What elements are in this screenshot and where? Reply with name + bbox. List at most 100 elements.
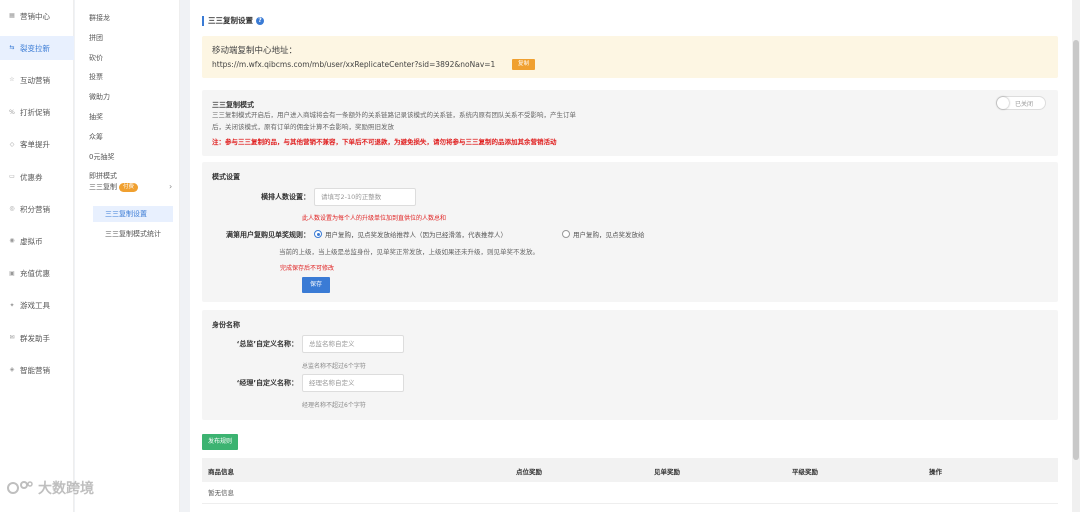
publish-rule-button[interactable]: 发布规则 (202, 434, 239, 450)
radio-checked-icon (314, 230, 322, 238)
main-panel: 三三复制设置? 移动端复制中心地址： https://m.wfx.qibcms.… (190, 0, 1072, 512)
nav-primary-item[interactable]: ▦ 营销中心 (0, 4, 74, 28)
nav-secondary-item[interactable]: 拼团 (89, 32, 103, 44)
rule-hint: 完成保存后不可修改 (280, 265, 335, 272)
nav-secondary-item[interactable]: 砍价 (89, 52, 103, 64)
nav-primary-label: 智能营销 (20, 365, 50, 375)
rule-option-2[interactable]: 用户复购，见点奖发放给 (562, 229, 645, 239)
director-label: ‘总监’自定义名称： (236, 340, 298, 348)
nav-primary-item[interactable]: % 打折促销 (0, 101, 74, 125)
nav-primary-item[interactable]: ◎ 积分营销 (0, 197, 74, 221)
help-icon[interactable]: ? (256, 17, 264, 25)
primary-sidebar: ▦ 营销中心 ⇆ 裂变拉新 ☆ 互动营销 % 打折促销 ◇ 客单提升 ▭ 优惠券 ◎ 积分营销 ◉ 虚拟币 ▣ 充… (0, 0, 74, 512)
toggle-label: 已关闭 (1015, 101, 1034, 108)
nav-primary-item[interactable]: ▣ 充值优惠 (0, 262, 74, 286)
app-root: ▦ 营销中心 ⇆ 裂变拉新 ☆ 互动营销 % 打折促销 ◇ 客单提升 ▭ 优惠券 ◎ 积分营销 ◉ 虚拟币 ▣ 充… (0, 0, 1080, 512)
url-notice: 移动端复制中心地址： https://m.wfx.qibcms.com/mb/u… (202, 36, 1058, 78)
copy-button[interactable]: 复制 (512, 59, 536, 70)
mode-desc-2: 后，关闭该模式，原有订单的佣金计算不会影响，奖励照旧发放 (212, 123, 394, 131)
nav-secondary-item[interactable]: 微助力 (89, 91, 110, 103)
count-input[interactable]: 请填写2-10的正整数 (314, 188, 416, 206)
nav-primary-item[interactable]: ◈ 智能营销 (0, 358, 74, 382)
manager-input[interactable]: 经理名称自定义 (302, 374, 404, 392)
nav-secondary-item[interactable]: 抽奖 (89, 111, 103, 123)
nav-group-label: 三三复制 (89, 183, 117, 191)
nav-secondary-item[interactable]: 投票 (89, 71, 103, 83)
star-icon: ☆ (9, 76, 15, 84)
nav-secondary-item[interactable]: 0元抽奖 (89, 151, 114, 163)
nav-primary-label: 营销中心 (20, 11, 50, 21)
nav-primary-label: 客单提升 (20, 140, 50, 150)
nav-primary-label: 虚拟币 (20, 236, 43, 246)
count-label: 横排人数设置： (261, 193, 310, 201)
share-icon: ⇆ (9, 44, 15, 52)
nav-secondary-item[interactable]: 群接龙 (89, 12, 110, 24)
director-input[interactable]: 总监名称自定义 (302, 335, 404, 353)
watermark-text: 大数跨境 (38, 481, 94, 497)
tag-icon: % (9, 108, 15, 116)
rule-option-1[interactable]: 用户复购，见点奖发放给推荐人（因为已经滑落，代表推荐人） (314, 229, 507, 239)
coupon-icon: ▭ (9, 173, 15, 180)
manager-hint: 经理名称不超过6个字符 (302, 402, 366, 409)
message-icon: ✉ (9, 334, 15, 341)
nav-sub-settings[interactable]: 三三复制设置 (93, 206, 173, 222)
page-scrollbar[interactable] (1072, 0, 1080, 512)
identity-box: 身份名称 ‘总监’自定义名称： 总监名称自定义 总监名称不超过6个字符 ‘经理’… (202, 310, 1058, 420)
robot-icon: ◈ (9, 366, 15, 374)
nav-primary-label: 群发助手 (20, 333, 50, 343)
th-peer-reward: 平级奖励 (792, 468, 818, 476)
notice-title: 移动端复制中心地址： (212, 46, 298, 56)
page-title: 三三复制设置? (202, 16, 264, 26)
scrollbar-thumb[interactable] (1073, 40, 1079, 460)
settings-box: 模式设置 横排人数设置： 请填写2-10的正整数 此人数设置为每个人的升级单位加… (202, 162, 1058, 302)
nav-primary-item[interactable]: ▭ 优惠券 (0, 165, 74, 189)
nav-primary-label: 优惠券 (20, 172, 43, 182)
watermark-logo-icon (7, 481, 33, 494)
nav-sub-stats[interactable]: 三三复制模式统计 (93, 226, 173, 242)
count-hint: 此人数设置为每个人的升级单位加到直供位的人数总和 (302, 215, 447, 222)
th-order-reward: 见单奖励 (654, 468, 680, 476)
grid-icon: ▦ (9, 12, 15, 19)
chevron-right-icon: › (169, 182, 173, 191)
game-icon: ✦ (9, 301, 15, 309)
coin-icon: ◉ (9, 237, 15, 245)
nav-primary-label: 充值优惠 (20, 269, 50, 279)
nav-primary-label: 游戏工具 (20, 301, 50, 311)
th-action: 操作 (929, 468, 942, 476)
rule-option-2-label: 用户复购，见点奖发放给 (573, 231, 645, 239)
nav-group-sanSanFuZhi[interactable]: 三三复制 付费 › (89, 181, 179, 193)
nav-primary-item[interactable]: ◉ 虚拟币 (0, 229, 74, 253)
rule-desc: 当前的上级，当上级是总监身份，见单奖正常发放，上级如果还未升级，则见单奖不发放。 (279, 248, 539, 256)
table-empty-row: 暂无信息 (202, 482, 1058, 504)
mode-title: 三三复制模式 (212, 101, 254, 109)
cart-icon: ◇ (9, 140, 15, 148)
nav-primary-item[interactable]: ◇ 客单提升 (0, 133, 74, 157)
mode-toggle[interactable]: 已关闭 (996, 96, 1046, 110)
identity-title: 身份名称 (212, 321, 240, 329)
page-title-text: 三三复制设置 (208, 16, 253, 25)
mode-box: 三三复制模式 三三复制模式开启后，用户进入商城将会有一条额外的关系链路记录该模式… (202, 90, 1058, 156)
th-point-reward: 点位奖励 (516, 468, 542, 476)
manager-label: ‘经理’自定义名称： (236, 379, 298, 387)
settings-title: 模式设置 (212, 173, 240, 181)
toggle-knob (997, 97, 1009, 109)
nav-primary-item[interactable]: ✦ 游戏工具 (0, 294, 74, 318)
nav-primary-item[interactable]: ☆ 互动营销 (0, 68, 74, 92)
nav-primary-label: 积分营销 (20, 204, 50, 214)
wallet-icon: ▣ (9, 269, 15, 277)
paid-badge: 付费 (119, 182, 139, 192)
nav-primary-item[interactable]: ✉ 群发助手 (0, 326, 74, 350)
nav-primary-item[interactable]: ⇆ 裂变拉新 (0, 36, 74, 61)
nav-primary-label: 互动营销 (20, 75, 50, 85)
mode-warning: 注：参与三三复制的品，与其他营销不兼容，下单后不可退款，为避免损失，请勿将参与三… (212, 138, 557, 146)
director-hint: 总监名称不超过6个字符 (302, 363, 366, 370)
save-button[interactable]: 保存 (302, 277, 331, 293)
secondary-sidebar: 三三复制 付费 › 三三复制设置 三三复制模式统计 群接龙拼团砍价投票微助力抽奖众… (75, 0, 180, 512)
points-icon: ◎ (9, 205, 15, 213)
table-header: 商品信息 点位奖励 见单奖励 平级奖励 操作 (202, 458, 1058, 482)
nav-secondary-item[interactable]: 即拼模式 (89, 170, 117, 182)
rule-label: 满第用户复购见单奖规则： (226, 231, 310, 239)
radio-unchecked-icon (562, 230, 570, 238)
th-product: 商品信息 (208, 468, 234, 476)
nav-secondary-item[interactable]: 众筹 (89, 131, 103, 143)
